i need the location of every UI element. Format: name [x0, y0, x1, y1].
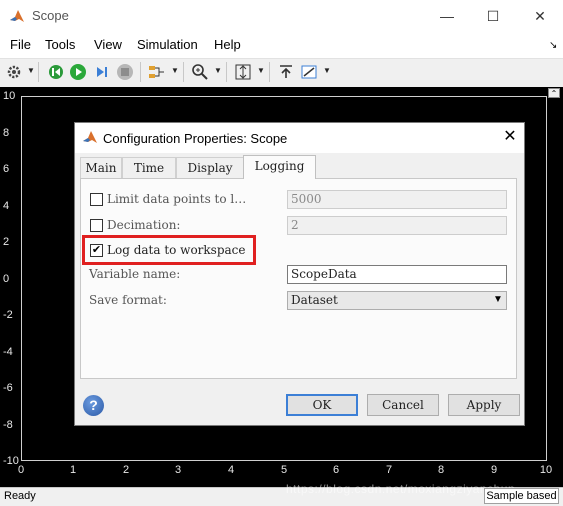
limit-data-points-checkbox[interactable]: [90, 193, 103, 206]
menu-view[interactable]: View: [94, 37, 122, 52]
menu-bar: [0, 32, 563, 58]
x-tick-label: 5: [280, 464, 288, 476]
decimation-label: Decimation:: [107, 218, 181, 232]
menu-help[interactable]: Help: [214, 37, 241, 52]
step-forward-icon[interactable]: [92, 62, 112, 82]
ok-button[interactable]: OK: [286, 394, 358, 416]
gear-dropdown-icon[interactable]: ▼: [27, 66, 35, 75]
decimation-checkbox[interactable]: [90, 219, 103, 232]
annotation-highlight-box: [82, 235, 256, 265]
signal-select-icon[interactable]: [147, 62, 167, 82]
x-tick-label: 8: [437, 464, 445, 476]
variable-name-label: Variable name:: [89, 267, 181, 281]
y-tick-label: -4: [3, 346, 13, 358]
run-icon[interactable]: [68, 62, 88, 82]
help-icon[interactable]: ?: [83, 395, 104, 416]
highlight-icon[interactable]: [276, 62, 296, 82]
watermark: https://blog.csdn.net/moxiangziyanchun: [286, 482, 516, 496]
step-back-icon[interactable]: [46, 62, 66, 82]
variable-name-field[interactable]: ScopeData: [287, 265, 507, 284]
x-tick-label: 10: [539, 464, 553, 476]
y-tick-label: 6: [3, 163, 10, 175]
y-tick-label: -6: [3, 382, 13, 394]
menu-file[interactable]: File: [10, 37, 31, 52]
menu-simulation[interactable]: Simulation: [137, 37, 198, 52]
dialog-title: Configuration Properties: Scope: [103, 131, 288, 146]
matlab-logo-icon: [83, 131, 97, 143]
toolbar-separator: [140, 62, 141, 82]
sample-mode-badge: Sample based: [484, 488, 559, 504]
toolbar-separator: [38, 62, 39, 82]
toolbar-separator: [269, 62, 270, 82]
style-icon[interactable]: [299, 62, 319, 82]
x-tick-label: 3: [174, 464, 182, 476]
tab-time[interactable]: Time: [122, 157, 176, 178]
toolbar-separator: [183, 62, 184, 82]
zoom-icon[interactable]: [190, 62, 210, 82]
maximize-button[interactable]: ☐: [470, 0, 516, 32]
chevron-down-icon[interactable]: ▼: [493, 294, 503, 305]
dock-arrow-icon[interactable]: ↘: [549, 40, 557, 51]
gear-icon[interactable]: [4, 62, 24, 82]
x-tick-label: 6: [332, 464, 340, 476]
minimize-button[interactable]: —: [424, 0, 470, 32]
x-tick-label: 9: [490, 464, 498, 476]
save-format-select[interactable]: Dataset: [287, 291, 507, 310]
x-tick-label: 0: [17, 464, 25, 476]
y-tick-label: 0: [3, 273, 10, 285]
stop-icon[interactable]: [115, 62, 135, 82]
y-tick-label: 4: [3, 200, 10, 212]
menu-tools[interactable]: Tools: [45, 37, 75, 52]
style-dropdown-icon[interactable]: ▼: [323, 66, 331, 75]
apply-button[interactable]: Apply: [448, 394, 520, 416]
y-tick-label: 2: [3, 236, 10, 248]
window-title: Scope: [32, 8, 69, 23]
y-tick-label: 10: [3, 90, 16, 102]
limit-data-points-label: Limit data points to l…: [107, 192, 247, 206]
tab-main[interactable]: Main: [80, 157, 122, 178]
zoom-dropdown-icon[interactable]: ▼: [214, 66, 222, 75]
autoscale-icon[interactable]: [233, 62, 253, 82]
limit-data-points-field[interactable]: 5000: [287, 190, 507, 209]
y-tick-label: 8: [3, 127, 10, 139]
dialog-close-icon[interactable]: ✕: [500, 127, 520, 147]
decimation-field[interactable]: 2: [287, 216, 507, 235]
cancel-button[interactable]: Cancel: [367, 394, 439, 416]
x-tick-label: 1: [69, 464, 77, 476]
status-text: Ready: [4, 490, 36, 502]
x-tick-label: 2: [122, 464, 130, 476]
restore-axes-icon[interactable]: ⌃: [548, 88, 560, 98]
tab-display[interactable]: Display: [176, 157, 244, 178]
y-tick-label: -8: [3, 419, 13, 431]
autoscale-dropdown-icon[interactable]: ▼: [257, 66, 265, 75]
matlab-logo-icon: [10, 10, 24, 22]
save-format-label: Save format:: [89, 293, 167, 307]
close-window-button[interactable]: ✕: [517, 0, 563, 32]
y-tick-label: -2: [3, 309, 13, 321]
x-tick-label: 4: [227, 464, 235, 476]
toolbar-separator: [226, 62, 227, 82]
tab-logging[interactable]: Logging: [243, 155, 316, 179]
signal-dropdown-icon[interactable]: ▼: [171, 66, 179, 75]
x-tick-label: 7: [385, 464, 393, 476]
